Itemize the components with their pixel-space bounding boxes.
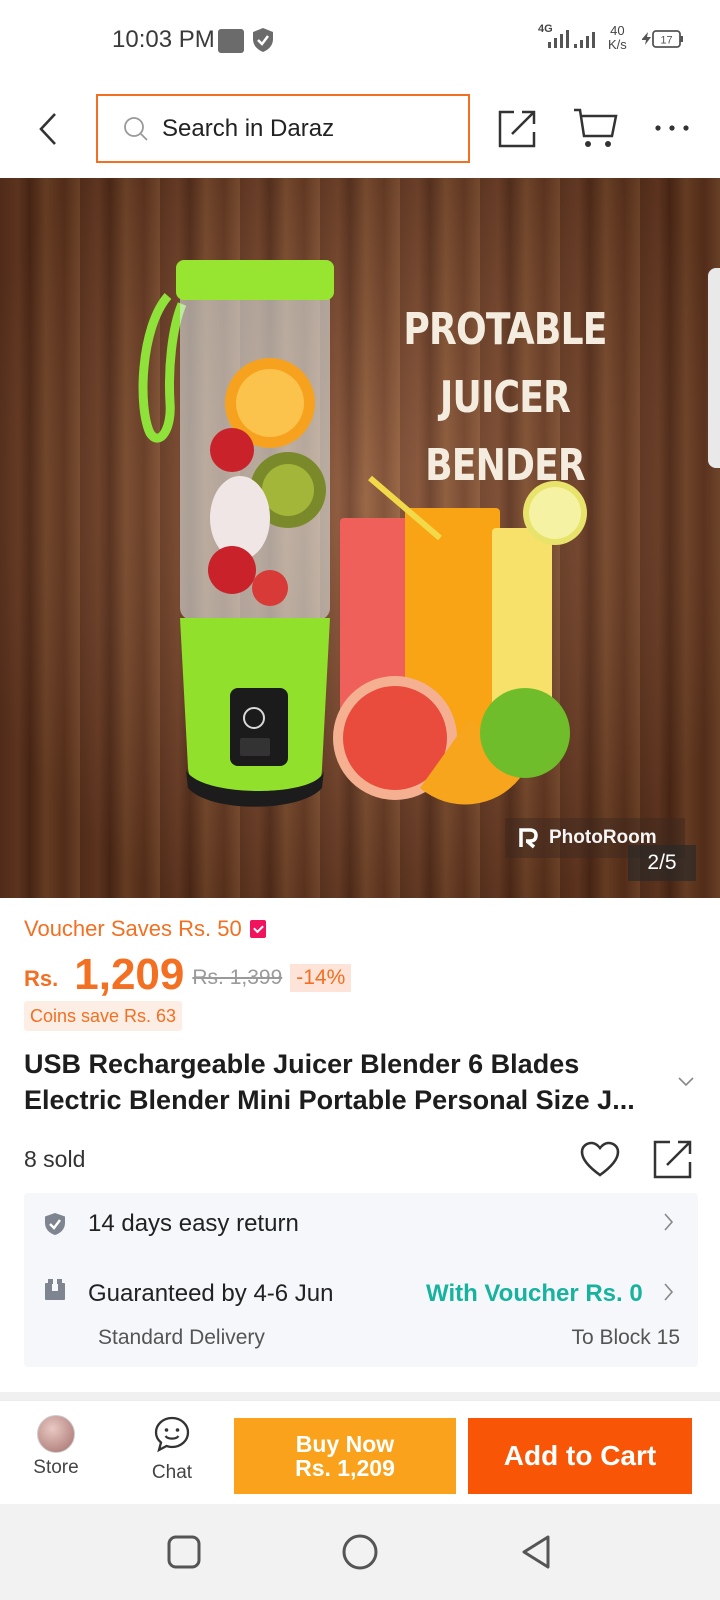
cart-icon <box>574 108 618 147</box>
buy-now-label: Buy Now <box>295 1431 395 1457</box>
chat-button[interactable]: Chat <box>136 1415 208 1495</box>
delivery-method: Standard Delivery <box>98 1326 265 1349</box>
back-arrow-icon <box>39 113 56 145</box>
status-time: 10:03 PM <box>112 26 215 53</box>
system-nav-bar <box>0 1504 720 1600</box>
original-price: Rs. 1,399 <box>192 966 283 989</box>
store-label: Store <box>33 1457 79 1478</box>
circle-icon <box>342 1534 378 1570</box>
network-speed: 40 K/s <box>608 24 627 52</box>
side-peek-tab[interactable] <box>708 268 720 468</box>
chevron-right-icon <box>664 1213 674 1236</box>
status-bar: 10:03 PM 4G 40 K/s 17 <box>0 0 720 80</box>
price-currency: Rs. <box>24 966 59 991</box>
voucher-savings[interactable]: Voucher Saves Rs. 50 <box>24 916 266 942</box>
delivery-row[interactable]: Guaranteed by 4-6 Jun With Voucher Rs. 0… <box>24 1255 698 1365</box>
buy-now-button[interactable]: Buy Now Rs. 1,209 <box>234 1418 456 1494</box>
delivery-box-icon <box>44 1279 66 1306</box>
section-divider <box>0 1392 720 1400</box>
shipping-voucher: With Voucher Rs. 0 <box>426 1280 643 1307</box>
notification-icon <box>218 29 244 53</box>
more-icon <box>655 125 689 131</box>
share-icon <box>653 1140 692 1179</box>
signal-icon <box>548 30 570 55</box>
sold-count: 8 sold <box>24 1146 86 1172</box>
expand-title-button[interactable] <box>678 1074 694 1092</box>
voucher-savings-text: Voucher Saves Rs. 50 <box>24 916 242 941</box>
chat-label: Chat <box>151 1462 193 1483</box>
headline-line-2: BENDER <box>425 440 586 491</box>
share-product-button[interactable] <box>652 1138 694 1180</box>
price-row: Rs. 1,209 Rs. 1,399 -14% <box>24 948 352 999</box>
network-speed-unit: K/s <box>608 37 627 52</box>
product-image <box>138 260 587 807</box>
share-icon <box>498 110 536 148</box>
cart-button[interactable] <box>572 106 620 150</box>
photoroom-logo-icon <box>519 828 538 849</box>
delivery-guarantee: Guaranteed by 4-6 Jun <box>88 1280 334 1307</box>
more-button[interactable] <box>652 106 692 150</box>
chat-icon <box>154 1416 190 1453</box>
recents-button[interactable] <box>162 1530 206 1574</box>
discount-badge: -14% <box>290 964 352 992</box>
battery-icon: 17 <box>642 28 684 55</box>
product-image-gallery[interactable]: PROTABLE JUICER BENDER PhotoRoom 2/5 <box>0 178 720 898</box>
triangle-back-icon <box>522 1535 550 1569</box>
return-shield-icon <box>44 1212 66 1241</box>
search-input[interactable]: Search in Daraz <box>96 94 470 163</box>
delivery-card: 14 days easy return Guaranteed by 4-6 Ju… <box>24 1193 698 1367</box>
search-placeholder: Search in Daraz <box>162 114 335 142</box>
signal-icon <box>574 30 600 55</box>
bottom-action-bar: Store Chat Buy Now Rs. 1,209 Add to Cart <box>0 1400 720 1504</box>
battery-level: 17 <box>660 35 672 47</box>
headline-line-1: PROTABLE JUICER <box>403 304 607 423</box>
current-price: 1,209 <box>74 950 185 999</box>
return-policy-row[interactable]: 14 days easy return <box>24 1193 698 1253</box>
buy-now-price: Rs. 1,209 <box>295 1455 395 1481</box>
coins-badge: Coins save Rs. 63 <box>24 1001 183 1031</box>
network-speed-value: 40 <box>610 23 625 38</box>
square-icon <box>167 1535 201 1569</box>
image-headline: PROTABLE JUICER BENDER <box>362 296 649 500</box>
search-icon <box>122 115 150 143</box>
home-button[interactable] <box>338 1530 382 1574</box>
store-button[interactable]: Store <box>20 1415 92 1495</box>
return-policy-text: 14 days easy return <box>88 1210 299 1237</box>
back-nav-button[interactable] <box>514 1530 558 1574</box>
share-button[interactable] <box>496 106 540 150</box>
product-detail-screen: 10:03 PM 4G 40 K/s 17 Search in Daraz PR… <box>0 0 720 1600</box>
wishlist-button[interactable] <box>580 1140 620 1180</box>
chevron-down-icon <box>678 1077 694 1087</box>
delivery-destination: To Block 15 <box>571 1326 680 1349</box>
store-avatar <box>37 1415 75 1453</box>
add-to-cart-button[interactable]: Add to Cart <box>468 1418 692 1494</box>
image-page-indicator: 2/5 <box>628 845 696 881</box>
heart-icon <box>580 1141 620 1177</box>
top-header: Search in Daraz <box>0 80 720 178</box>
back-button[interactable] <box>30 106 66 152</box>
shield-icon <box>252 27 274 58</box>
chevron-right-icon <box>664 1283 674 1306</box>
product-title: USB Rechargeable Juicer Blender 6 Blades… <box>24 1049 635 1115</box>
voucher-badge-icon <box>249 920 266 938</box>
